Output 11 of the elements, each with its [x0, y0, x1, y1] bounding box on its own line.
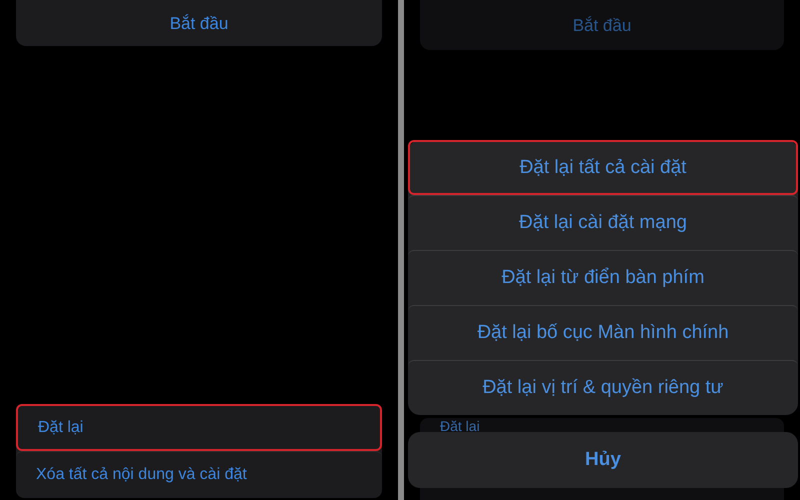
start-button[interactable]: Bắt đầu: [162, 10, 236, 38]
action-option[interactable]: Đặt lại từ điển bàn phím: [408, 250, 798, 305]
cancel-button[interactable]: Hủy: [408, 432, 798, 488]
start-button[interactable]: Bắt đầu: [564, 12, 640, 40]
settings-row[interactable]: Đặt lại: [16, 404, 382, 451]
settings-row[interactable]: Xóa tất cả nội dung và cài đặt: [16, 451, 382, 498]
settings-row-label: Đặt lại: [440, 419, 480, 434]
action-option[interactable]: Đặt lại bố cục Màn hình chính: [408, 305, 798, 360]
action-option[interactable]: Đặt lại tất cả cài đặt: [408, 140, 798, 195]
action-option[interactable]: Đặt lại vị trí & quyền riêng tư: [408, 360, 798, 415]
action-option[interactable]: Đặt lại cài đặt mạng: [408, 195, 798, 250]
